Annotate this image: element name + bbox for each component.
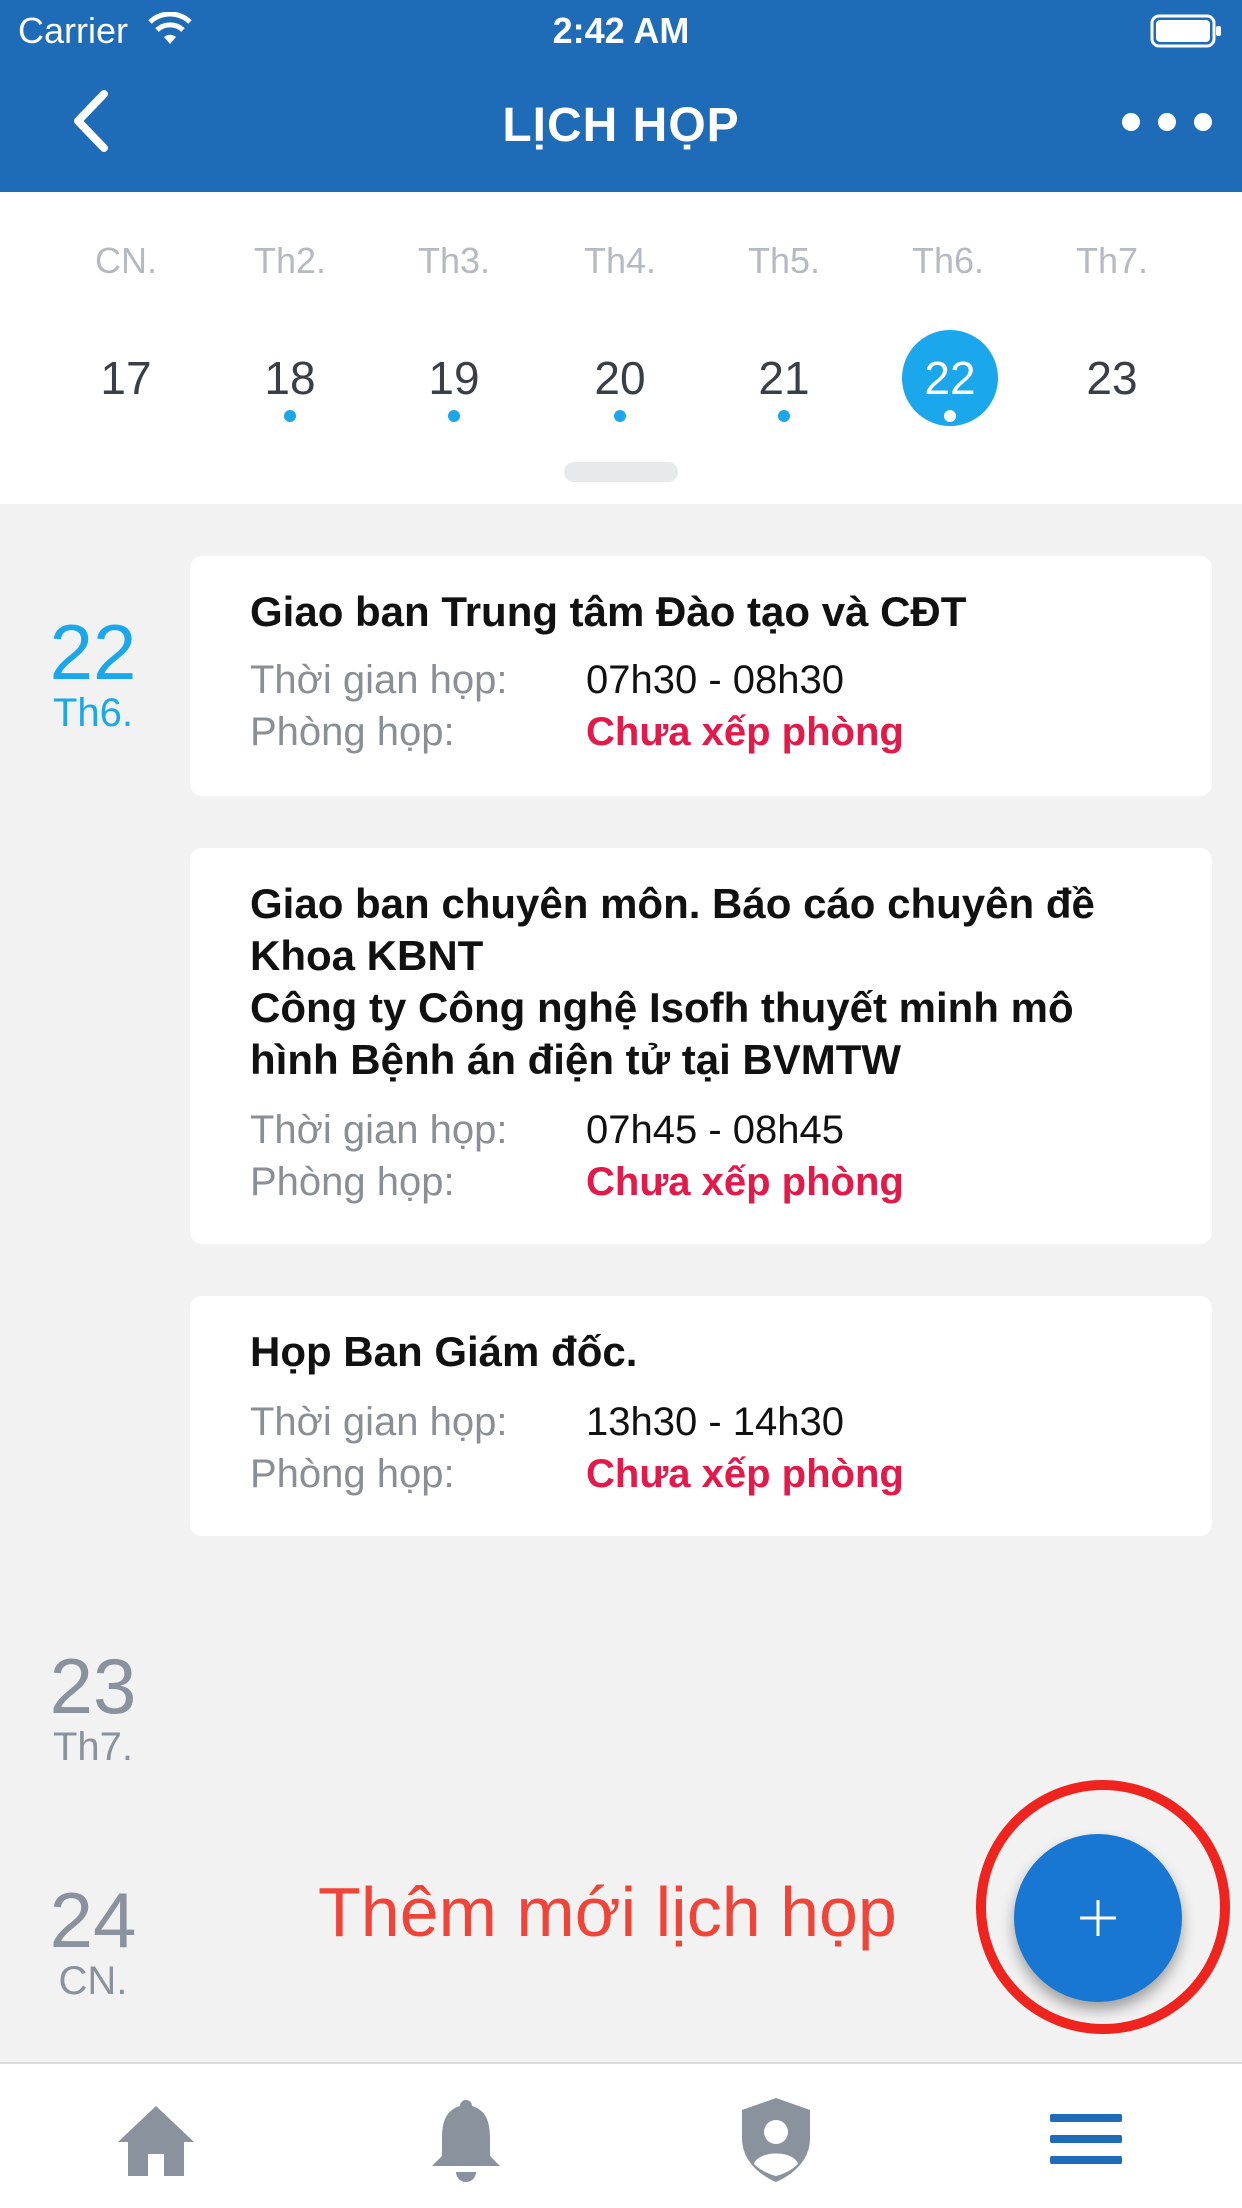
nav-bar: LỊCH HỌP xyxy=(0,62,1242,192)
agenda-date-weekday: Th7. xyxy=(52,1725,134,1769)
weekday-label: Th6. xyxy=(911,240,985,281)
add-meeting-hint: Thêm mới lịch họp xyxy=(318,1873,897,1951)
meeting-title-line: Khoa KBNT xyxy=(250,932,484,979)
meeting-time-row: Thời gian họp: 13h30 - 14h30 xyxy=(250,1400,1152,1452)
meeting-room-status: Chưa xếp phòng xyxy=(586,1452,904,1496)
meeting-title-line: Giao ban chuyên môn. Báo cáo chuyên đề xyxy=(250,880,1095,927)
room-label: Phòng họp: xyxy=(250,1160,455,1204)
meeting-time: 13h30 - 14h30 xyxy=(586,1400,845,1444)
plus-icon xyxy=(1080,1900,1116,1936)
meeting-title: Họp Ban Giám đốc. xyxy=(250,1328,638,1375)
meeting-room-row: Phòng họp: Chưa xếp phòng xyxy=(250,1160,1152,1212)
day-cell[interactable]: 17 xyxy=(78,330,174,426)
meeting-room-status: Chưa xếp phòng xyxy=(586,710,904,754)
status-clock: 2:42 AM xyxy=(552,10,690,51)
meeting-time: 07h30 - 08h30 xyxy=(586,658,845,702)
time-label: Thời gian họp: xyxy=(250,1108,508,1152)
home-icon[interactable] xyxy=(106,2094,206,2184)
more-dot-icon xyxy=(1158,113,1176,131)
bell-icon[interactable] xyxy=(416,2094,516,2184)
battery-icon xyxy=(1150,14,1221,48)
event-dot xyxy=(448,410,460,422)
agenda-date-number: 22 xyxy=(49,608,137,696)
weekday-label: Th2. xyxy=(253,240,327,281)
page-title: LỊCH HỌP xyxy=(502,99,740,152)
meeting-room-row: Phòng họp: Chưa xếp phòng xyxy=(250,1452,1152,1504)
meeting-time-row: Thời gian họp: 07h30 - 08h30 xyxy=(250,658,1152,710)
event-dot xyxy=(614,410,626,422)
room-label: Phòng họp: xyxy=(250,1452,455,1496)
meeting-room-row: Phòng họp: Chưa xếp phòng xyxy=(250,710,1152,762)
room-label: Phòng họp: xyxy=(250,710,455,754)
weekday-label: Th7. xyxy=(1075,240,1149,281)
add-meeting-button[interactable] xyxy=(1014,1834,1182,2002)
agenda-date: 23 Th7. xyxy=(38,1646,148,1768)
status-bar: Carrier 2:42 AM xyxy=(0,0,1242,62)
event-dot xyxy=(284,410,296,422)
more-dot-icon xyxy=(1194,113,1212,131)
shield-user-icon[interactable] xyxy=(726,2094,826,2184)
agenda-date-number: 24 xyxy=(49,1876,137,1964)
day-cell[interactable]: 23 xyxy=(1064,330,1160,426)
weekday-label: Th5. xyxy=(747,240,821,281)
tab-bar xyxy=(0,2062,1242,2208)
agenda-date-number: 23 xyxy=(49,1642,137,1730)
meeting-card[interactable]: Giao ban Trung tâm Đào tạo và CĐT Thời g… xyxy=(190,556,1212,796)
app-header: Carrier 2:42 AM LỊCH HỌP xyxy=(0,0,1242,192)
agenda-date: 22 Th6. xyxy=(38,612,148,734)
time-label: Thời gian họp: xyxy=(250,658,508,702)
agenda-date-weekday: CN. xyxy=(58,1959,128,2003)
meeting-time: 07h45 - 08h45 xyxy=(586,1108,845,1152)
menu-icon[interactable] xyxy=(1036,2094,1136,2184)
meeting-card[interactable]: Giao ban chuyên môn. Báo cáo chuyên đề K… xyxy=(190,848,1212,1244)
weekday-label: Th4. xyxy=(583,240,657,281)
event-dot xyxy=(778,410,790,422)
week-calendar: CN. Th2. Th3. Th4. Th5. Th6. Th7. 17 18 … xyxy=(0,192,1242,504)
meeting-room-status: Chưa xếp phòng xyxy=(586,1160,904,1204)
agenda-date: 24 CN. xyxy=(38,1880,148,2002)
time-label: Thời gian họp: xyxy=(250,1400,508,1444)
meeting-card[interactable]: Họp Ban Giám đốc. Thời gian họp: 13h30 -… xyxy=(190,1296,1212,1536)
weekday-label: Th3. xyxy=(417,240,491,281)
event-dot xyxy=(944,410,956,422)
agenda-date-weekday: Th6. xyxy=(52,691,134,735)
meeting-title-line: Công ty Công nghệ Isofh thuyết minh mô xyxy=(250,984,1074,1031)
more-options-button[interactable] xyxy=(1122,108,1212,136)
meeting-time-row: Thời gian họp: 07h45 - 08h45 xyxy=(250,1108,1152,1160)
weekday-label: CN. xyxy=(95,240,157,281)
meeting-title: Giao ban Trung tâm Đào tạo và CĐT xyxy=(250,588,967,635)
more-dot-icon xyxy=(1122,113,1140,131)
meeting-title-line: hình Bệnh án điện tử tại BVMTW xyxy=(250,1036,902,1083)
expand-handle[interactable] xyxy=(564,462,678,482)
